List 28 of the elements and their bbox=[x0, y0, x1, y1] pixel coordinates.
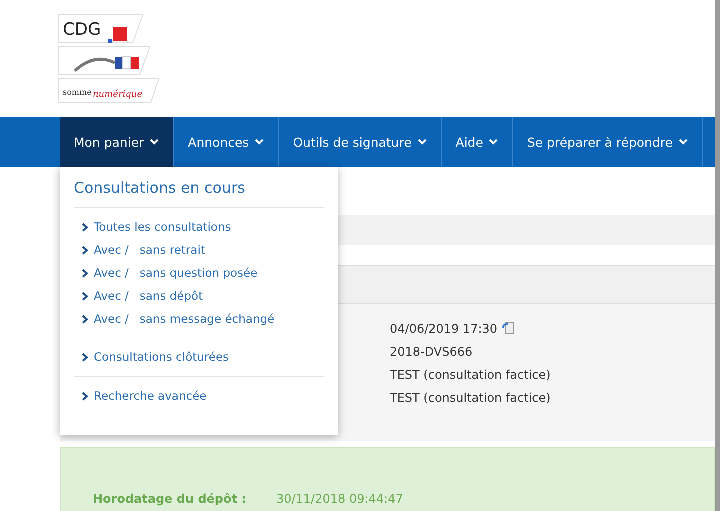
chevron-down-icon bbox=[418, 139, 427, 145]
menu-heading: Consultations en cours bbox=[74, 179, 324, 208]
detail-value: 04/06/2019 17:30 bbox=[390, 322, 498, 336]
menu-link[interactable]: Avec / sans dépôt bbox=[82, 289, 324, 303]
detail-value: TEST (consultation factice) bbox=[390, 390, 551, 404]
detail-value: 2018-DVS666 bbox=[390, 344, 473, 358]
chevron-right-icon bbox=[82, 268, 89, 278]
detail-value: TEST (consultation factice) bbox=[390, 368, 551, 382]
deposit-label: Horodatage du dépôt : bbox=[93, 492, 246, 506]
deposit-value: 30/11/2018 09:44:47 bbox=[276, 492, 404, 506]
copy-icon[interactable] bbox=[502, 322, 515, 335]
chevron-right-icon bbox=[82, 392, 89, 400]
menu-link[interactable]: Avec / sans question posée bbox=[82, 266, 324, 280]
chevron-right-icon bbox=[82, 222, 89, 232]
chevron-down-icon bbox=[678, 139, 688, 145]
menu-link[interactable]: Avec / sans message échangé bbox=[82, 312, 324, 326]
nav-menu-item[interactable]: Mon panier bbox=[60, 117, 174, 167]
menu-link[interactable]: Avec / sans retrait bbox=[82, 243, 324, 257]
menu-link[interactable]: Recherche avancée bbox=[82, 389, 324, 403]
chevron-right-icon bbox=[82, 352, 89, 362]
chevron-right-icon bbox=[82, 314, 89, 324]
chevron-down-icon bbox=[150, 139, 160, 145]
chevron-right-icon bbox=[82, 246, 89, 254]
chevron-down-icon bbox=[489, 139, 498, 145]
menu-link[interactable]: Toutes les consultations bbox=[82, 220, 324, 234]
chevron-right-icon bbox=[82, 292, 89, 300]
chevron-down-icon bbox=[255, 139, 264, 145]
menu-link[interactable]: Consultations clôturées bbox=[82, 350, 324, 364]
